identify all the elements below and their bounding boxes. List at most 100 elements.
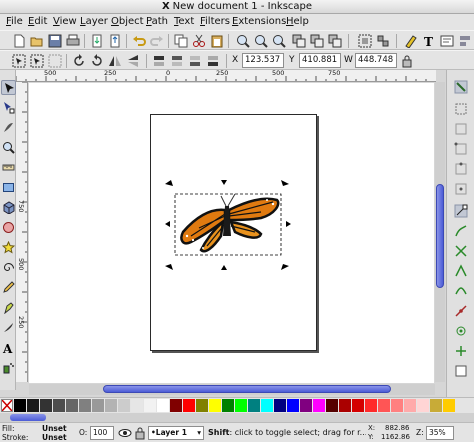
color-swatch[interactable] [144,399,156,412]
palette-scroll-thumb[interactable] [10,414,46,421]
color-swatch[interactable] [118,399,130,412]
select-all-layers-icon[interactable] [30,54,44,68]
snap-page-border-icon[interactable] [454,364,468,378]
color-swatch[interactable] [417,399,429,412]
horizontal-scroll-thumb[interactable] [103,385,391,393]
w-field[interactable]: 448.748 [355,53,397,68]
snap-bbox-icon[interactable] [454,102,468,116]
x-field[interactable]: 123.537 [242,53,284,68]
flip-vertical-icon[interactable] [126,54,140,68]
color-swatch[interactable] [105,399,117,412]
zoom-field[interactable]: 35% [426,426,454,440]
calligraphy-icon[interactable] [1,320,16,335]
snap-bbox-edge-icon[interactable] [454,122,468,136]
flip-horizontal-icon[interactable] [108,54,122,68]
pencil-icon[interactable] [1,280,16,295]
raise-to-top-icon[interactable] [152,54,166,68]
undo-icon[interactable] [132,34,146,48]
tweak-icon[interactable] [1,120,16,135]
copy-icon[interactable] [174,34,188,48]
snap-path-icon[interactable] [454,224,468,238]
snap-bbox-corner-icon[interactable] [454,142,468,156]
measure-icon[interactable] [1,160,16,175]
color-swatch[interactable] [326,399,338,412]
clone-icon[interactable] [310,34,324,48]
fill-stroke-icon[interactable] [404,34,418,48]
menu-text[interactable]: Text [172,15,196,29]
color-swatch[interactable] [274,399,286,412]
layer-selector[interactable]: •Layer 1 ▾ [148,426,204,440]
color-swatch[interactable] [300,399,312,412]
zoom-selection-icon[interactable] [236,34,250,48]
open-icon[interactable] [30,34,44,48]
color-swatch[interactable] [40,399,52,412]
menu-edit[interactable]: Edit [26,15,49,29]
color-swatch[interactable] [443,399,455,412]
3dbox-icon[interactable] [1,200,16,215]
zoom-page-icon[interactable] [272,34,286,48]
menu-path[interactable]: Path [144,15,170,29]
unlink-clone-icon[interactable] [328,34,342,48]
select-all-icon[interactable] [12,54,26,68]
color-swatch[interactable] [14,399,26,412]
snap-smooth-icon[interactable] [454,284,468,298]
selector-icon[interactable] [1,80,16,95]
visibility-icon[interactable] [118,426,132,440]
color-swatch[interactable] [391,399,403,412]
rotate-ccw-icon[interactable] [72,54,86,68]
color-swatch[interactable] [209,399,221,412]
new-document-icon[interactable] [12,34,26,48]
print-icon[interactable] [66,34,80,48]
color-swatch[interactable] [313,399,325,412]
no-paint-swatch[interactable] [1,399,13,412]
color-swatch[interactable] [235,399,247,412]
color-swatch[interactable] [222,399,234,412]
group-icon[interactable] [358,34,372,48]
raise-icon[interactable] [170,54,184,68]
lock-icon[interactable] [134,426,146,440]
drawing-canvas[interactable] [29,83,434,383]
zoom-drawing-icon[interactable] [254,34,268,48]
color-swatch[interactable] [248,399,260,412]
snap-rotation-center-icon[interactable] [454,344,468,358]
ungroup-icon[interactable] [376,34,390,48]
color-swatch[interactable] [339,399,351,412]
y-field[interactable]: 410.881 [299,53,341,68]
color-swatch[interactable] [66,399,78,412]
color-swatch[interactable] [196,399,208,412]
opacity-field[interactable]: 100 [90,426,114,440]
star-icon[interactable] [1,240,16,255]
color-swatch[interactable] [27,399,39,412]
color-swatch[interactable] [404,399,416,412]
lower-to-bottom-icon[interactable] [206,54,220,68]
color-swatch[interactable] [131,399,143,412]
rect-icon[interactable] [1,180,16,195]
node-icon[interactable] [1,100,16,115]
paste-icon[interactable] [210,34,224,48]
spray-icon[interactable] [1,360,16,375]
ellipse-icon[interactable] [1,220,16,235]
color-swatch[interactable] [430,399,442,412]
snap-object-center-icon[interactable] [454,324,468,338]
fill-value[interactable]: Unset [42,424,67,433]
menu-help[interactable]: Help [284,15,311,29]
text-font-icon[interactable]: T [422,34,436,48]
snap-toggle-icon[interactable] [454,80,468,94]
menu-layer[interactable]: Layer [78,15,110,29]
cut-icon[interactable] [192,34,206,48]
color-swatch[interactable] [378,399,390,412]
menu-filters[interactable]: Filters [198,15,232,29]
horizontal-scrollbar[interactable] [29,384,435,395]
zoom-icon[interactable] [1,140,16,155]
redo-icon[interactable] [150,34,164,48]
menu-object[interactable]: Object [109,15,146,29]
save-icon[interactable] [48,34,62,48]
snap-intersection-icon[interactable] [454,244,468,258]
color-swatch[interactable] [157,399,169,412]
menu-extensions[interactable]: Extensions [230,15,288,29]
lower-icon[interactable] [188,54,202,68]
menu-file[interactable]: File [4,15,25,29]
color-swatch[interactable] [287,399,299,412]
lock-ratio-icon[interactable] [400,54,414,68]
snap-midpoint-icon[interactable] [454,304,468,318]
